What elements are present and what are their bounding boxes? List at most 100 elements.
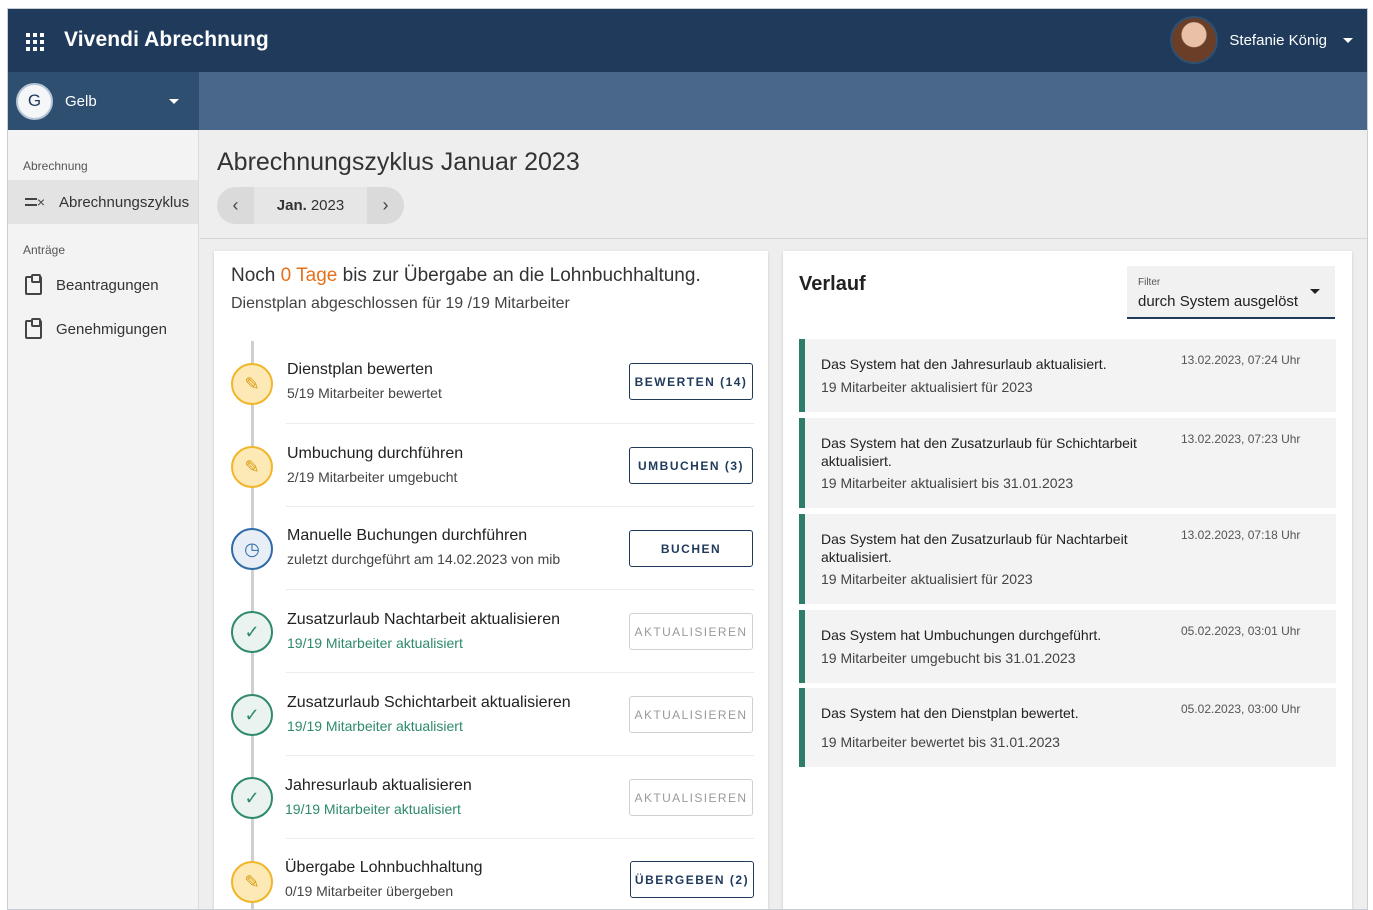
step-title: Übergabe Lohnbuchhaltung [285, 859, 483, 876]
history-entry: Das System hat den Zusatzurlaub für Schi… [799, 418, 1336, 508]
entry-timestamp: 05.02.2023, 03:00 Uhr [1181, 702, 1301, 716]
step-row: ✎ Umbuchung durchführen 2/19 Mitarbeiter… [214, 424, 768, 507]
pencil-icon: ✎ [231, 861, 273, 903]
clipboard-icon [25, 273, 42, 295]
step-subtitle: 19/19 Mitarbeiter aktualisiert [285, 801, 461, 817]
entry-title: Das System hat den Zusatzurlaub für Nach… [821, 531, 1128, 565]
tenant-name: Gelb [65, 92, 97, 110]
divider [200, 238, 1367, 239]
entry-subtitle: 19 Mitarbeiter umgebucht bis 31.01.2023 [821, 650, 1076, 666]
app-title: Vivendi Abrechnung [64, 28, 269, 51]
entry-title: Das System hat den Jahresurlaub aktualis… [821, 356, 1107, 372]
entry-subtitle: 19 Mitarbeiter aktualisiert bis 31.01.20… [821, 475, 1074, 491]
next-month-button[interactable]: › [367, 187, 404, 224]
avatar [1170, 16, 1219, 64]
entry-timestamp: 13.02.2023, 07:23 Uhr [1181, 432, 1301, 446]
history-filter-select[interactable]: Filter durch System ausgelöst [1127, 266, 1335, 319]
sidebar-item-label: Genehmigungen [56, 320, 167, 338]
top-bar: Vivendi Abrechnung Stefanie König [8, 9, 1367, 72]
entry-title: Das System hat den Dienstplan bewertet. [821, 705, 1079, 721]
step-title: Zusatzurlaub Nachtarbeit aktualisieren [287, 611, 561, 628]
step-row: ✎ Dienstplan bewerten 5/19 Mitarbeiter b… [214, 341, 768, 424]
step-row: ◷ Manuelle Buchungen durchführen zuletzt… [214, 507, 768, 590]
pencil-icon: ✎ [231, 446, 273, 488]
roster-status: Dienstplan abgeschlossen für 19 /19 Mita… [231, 295, 570, 312]
step-title: Manuelle Buchungen durchführen [287, 527, 528, 544]
clipboard-check-icon [25, 317, 42, 339]
main-content: Abrechnungszyklus Januar 2023 ‹ Jan. 202… [200, 130, 1367, 909]
current-month: Jan. 2023 [254, 187, 367, 224]
sidebar-item-abrechnungszyklus[interactable]: × Abrechnungszyklus [8, 180, 198, 224]
cycle-steps-card: Noch 0 Tage bis zur Übergabe an die Lohn… [214, 251, 768, 909]
app-window: Vivendi Abrechnung Stefanie König G Gelb… [7, 8, 1368, 910]
sidebar-section-antraege: Anträge [23, 243, 66, 257]
entry-timestamp: 13.02.2023, 07:18 Uhr [1181, 528, 1301, 542]
step-row: ✓ Zusatzurlaub Nachtarbeit aktualisieren… [214, 590, 768, 673]
buchen-button[interactable]: BUCHEN [629, 530, 753, 567]
history-entry: Das System hat den Jahresurlaub aktualis… [799, 339, 1336, 412]
chevron-down-icon [169, 98, 179, 104]
sub-bar: G Gelb [8, 72, 1367, 130]
entry-timestamp: 13.02.2023, 07:24 Uhr [1181, 353, 1301, 367]
user-name: Stefanie König [1229, 31, 1327, 49]
chevron-right-icon: › [382, 195, 389, 215]
step-row: ✓ Jahresurlaub aktualisieren 19/19 Mitar… [214, 756, 768, 839]
pencil-icon: ✎ [231, 363, 273, 405]
status-suffix: bis zur Übergabe an die Lohnbuchhaltung. [342, 265, 701, 286]
step-title: Dienstplan bewerten [287, 361, 433, 378]
entry-title: Das System hat den Zusatzurlaub für Schi… [821, 435, 1137, 469]
bewerten-button[interactable]: BEWERTEN (14) [629, 363, 753, 400]
month-navigator: ‹ Jan. 2023 › [217, 187, 404, 224]
entry-subtitle: 19 Mitarbeiter aktualisiert für 2023 [821, 379, 1033, 395]
history-entry: Das System hat Umbuchungen durchgeführt.… [799, 610, 1336, 683]
clock-icon: ◷ [231, 528, 273, 570]
history-card: Verlauf Filter durch System ausgelöst Da… [783, 251, 1352, 909]
entry-title: Das System hat Umbuchungen durchgeführt. [821, 627, 1102, 643]
check-icon: ✓ [231, 611, 273, 653]
deadline-status: Noch 0 Tage bis zur Übergabe an die Lohn… [231, 265, 701, 287]
page-title: Abrechnungszyklus Januar 2023 [217, 148, 580, 176]
user-menu[interactable]: Stefanie König [1170, 15, 1353, 65]
step-row: ✓ Zusatzurlaub Schichtarbeit aktualisier… [214, 673, 768, 756]
tenant-badge: G [16, 82, 53, 120]
step-subtitle: zuletzt durchgeführt am 14.02.2023 von m… [287, 551, 561, 567]
sidebar-item-genehmigungen[interactable]: Genehmigungen [8, 307, 198, 351]
year-label: 2023 [310, 197, 345, 214]
uebergeben-button[interactable]: ÜBERGEBEN (2) [630, 861, 754, 898]
apps-grid-icon[interactable] [26, 33, 44, 51]
sidebar-section-abrechnung: Abrechnung [23, 159, 88, 173]
chevron-down-icon [1310, 289, 1320, 294]
step-row: ✎ Übergabe Lohnbuchhaltung 0/19 Mitarbei… [214, 839, 768, 909]
tenant-selector[interactable]: G Gelb [8, 72, 199, 130]
sidebar-item-label: Beantragungen [56, 276, 159, 294]
step-subtitle: 19/19 Mitarbeiter aktualisiert [287, 635, 463, 651]
aktualisieren-button[interactable]: AKTUALISIEREN [629, 779, 753, 816]
aktualisieren-button[interactable]: AKTUALISIEREN [629, 696, 753, 733]
filter-label: Filter [1138, 277, 1161, 288]
check-icon: ✓ [231, 694, 273, 736]
aktualisieren-button[interactable]: AKTUALISIEREN [629, 613, 753, 650]
step-title: Umbuchung durchführen [287, 445, 464, 462]
step-subtitle: 5/19 Mitarbeiter bewertet [287, 385, 442, 401]
prev-month-button[interactable]: ‹ [217, 187, 254, 224]
sidebar-item-label: Abrechnungszyklus [59, 193, 190, 211]
check-icon: ✓ [231, 777, 273, 819]
sidebar: Abrechnung × Abrechnungszyklus Anträge B… [8, 130, 199, 909]
step-title: Zusatzurlaub Schichtarbeit aktualisieren [287, 694, 571, 711]
month-label: Jan. [276, 197, 307, 214]
step-subtitle: 19/19 Mitarbeiter aktualisiert [287, 718, 463, 734]
entry-subtitle: 19 Mitarbeiter aktualisiert für 2023 [821, 571, 1033, 587]
umbuchen-button[interactable]: UMBUCHEN (3) [629, 447, 753, 484]
chevron-left-icon: ‹ [232, 195, 239, 215]
entry-subtitle: 19 Mitarbeiter bewertet bis 31.01.2023 [821, 734, 1060, 750]
entry-timestamp: 05.02.2023, 03:01 Uhr [1181, 624, 1301, 638]
step-title: Jahresurlaub aktualisieren [285, 777, 472, 794]
step-subtitle: 2/19 Mitarbeiter umgebucht [287, 469, 458, 485]
days-remaining: 0 Tage [280, 265, 338, 286]
history-entry: Das System hat den Zusatzurlaub für Nach… [799, 514, 1336, 604]
sidebar-item-beantragungen[interactable]: Beantragungen [8, 263, 198, 307]
filter-value: durch System ausgelöst [1138, 293, 1299, 310]
list-check-icon: × [25, 192, 45, 212]
chevron-down-icon [1343, 37, 1353, 43]
status-prefix: Noch [231, 265, 276, 286]
